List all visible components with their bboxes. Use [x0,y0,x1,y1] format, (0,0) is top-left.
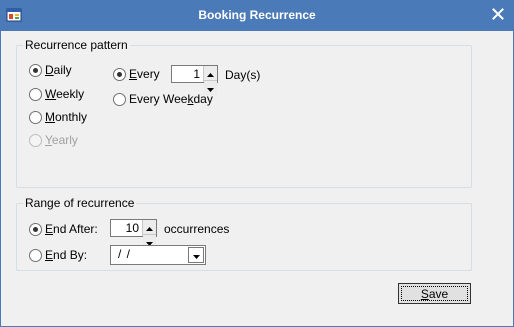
radio-every-indicator[interactable] [113,67,126,81]
end-by-date-picker[interactable]: / / [110,245,206,265]
every-days-value[interactable]: 1 [172,66,203,82]
close-button[interactable] [488,5,508,25]
end-after-value[interactable]: 10 [111,220,142,236]
radio-weekly-label: Weekly [45,87,85,101]
radio-end-by-indicator[interactable] [29,248,42,262]
radio-daily-label: Daily [45,63,72,77]
save-button[interactable]: Save [398,283,471,304]
radio-every-label: Every [129,67,160,81]
save-button-focus-rect [401,286,468,301]
range-of-recurrence-legend: Range of recurrence [23,196,137,210]
window-border-left [0,31,1,327]
radio-yearly-indicator [29,133,42,147]
radio-end-by-label: End By: [45,248,88,262]
radio-weekly-indicator[interactable] [29,87,42,101]
end-after-stepper[interactable]: 10 [110,219,157,249]
booking-recurrence-dialog: Booking Recurrence Recurrence pattern Da… [0,0,514,327]
radio-end-after-label: End After: [45,222,98,236]
chevron-down-icon [192,248,200,262]
occurrences-label: occurrences [164,222,230,236]
radio-end-after[interactable]: End After: [29,222,98,236]
radio-every-weekday-label: Every Weekday [129,92,213,106]
recurrence-pattern-legend: Recurrence pattern [23,38,130,52]
window-title: Booking Recurrence [198,8,316,22]
chevron-up-icon [146,220,153,234]
radio-monthly-label: Monthly [45,110,88,124]
close-icon [492,7,504,23]
days-label: Day(s) [225,68,261,82]
radio-every-weekday-indicator[interactable] [113,92,126,106]
chevron-up-icon [207,66,214,80]
radio-end-after-indicator[interactable] [29,222,42,236]
end-after-up-button[interactable] [143,220,156,235]
radio-every[interactable]: Every [113,67,160,81]
radio-weekly[interactable]: Weekly [29,87,84,101]
radio-monthly-indicator[interactable] [29,110,42,124]
end-by-dropdown-button[interactable] [188,247,204,263]
radio-daily[interactable]: Daily [29,63,72,77]
radio-every-weekday[interactable]: Every Weekday [113,92,213,106]
radio-yearly-label: Yearly [45,133,78,147]
end-after-spin-buttons [142,220,156,249]
every-days-up-button[interactable] [204,66,217,81]
end-by-date-value[interactable]: / / [111,246,187,264]
radio-end-by[interactable]: End By: [29,248,87,262]
every-days-stepper[interactable]: 1 [171,65,218,95]
radio-monthly[interactable]: Monthly [29,110,87,124]
every-days-spin-buttons [203,66,217,95]
title-bar[interactable]: Booking Recurrence [0,0,514,31]
radio-daily-indicator[interactable] [29,63,42,77]
radio-yearly: Yearly [29,133,78,147]
